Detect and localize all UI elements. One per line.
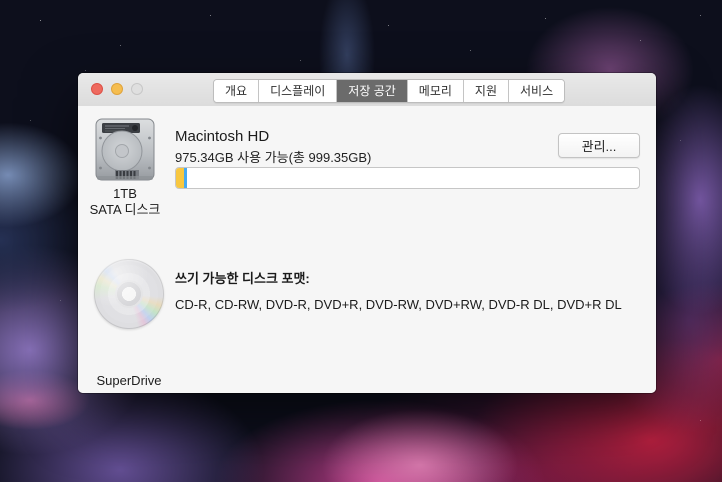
tab-displays[interactable]: 디스플레이 bbox=[259, 80, 337, 102]
about-this-mac-window: 개요디스플레이저장 공간메모리지원서비스 bbox=[78, 73, 656, 393]
traffic-lights bbox=[91, 83, 143, 95]
tab-memory[interactable]: 메모리 bbox=[408, 80, 464, 102]
storage-usage-bar bbox=[175, 167, 640, 189]
volume-availability: 975.34GB 사용 가능(총 999.35GB) bbox=[175, 147, 371, 166]
storage-segment-yellow bbox=[176, 168, 184, 188]
zoom-button-disabled bbox=[131, 83, 143, 95]
star-specks bbox=[0, 0, 1, 1]
disk-size-line1: 1TB bbox=[83, 186, 167, 202]
tab-overview[interactable]: 개요 bbox=[214, 80, 259, 102]
superdrive-column bbox=[83, 259, 175, 329]
disk-size-label: 1TB SATA 디스크 bbox=[83, 186, 167, 218]
hard-drive-icon bbox=[95, 118, 155, 182]
volume-name: Macintosh HD bbox=[175, 128, 269, 145]
superdrive-label: SuperDrive bbox=[83, 373, 175, 388]
storage-pane: 1TB SATA 디스크 Macintosh HD 975.34GB 사용 가능… bbox=[78, 106, 656, 393]
tab-support[interactable]: 지원 bbox=[464, 80, 509, 102]
disk-size-line2: SATA 디스크 bbox=[83, 202, 167, 218]
tab-storage[interactable]: 저장 공간 bbox=[337, 80, 408, 102]
close-button[interactable] bbox=[91, 83, 103, 95]
manage-button[interactable]: 관리... bbox=[558, 133, 640, 158]
optical-disc-icon bbox=[94, 259, 164, 329]
window-titlebar[interactable]: 개요디스플레이저장 공간메모리지원서비스 bbox=[78, 73, 656, 107]
writable-formats-list: CD-R, CD-RW, DVD-R, DVD+R, DVD-RW, DVD+R… bbox=[175, 297, 622, 312]
storage-segment-blue bbox=[184, 168, 187, 188]
writable-formats-title: 쓰기 가능한 디스크 포맷: bbox=[175, 268, 310, 287]
tab-service[interactable]: 서비스 bbox=[509, 80, 564, 102]
internal-disk-column: 1TB SATA 디스크 bbox=[83, 118, 167, 218]
minimize-button[interactable] bbox=[111, 83, 123, 95]
tab-bar: 개요디스플레이저장 공간메모리지원서비스 bbox=[213, 79, 565, 103]
